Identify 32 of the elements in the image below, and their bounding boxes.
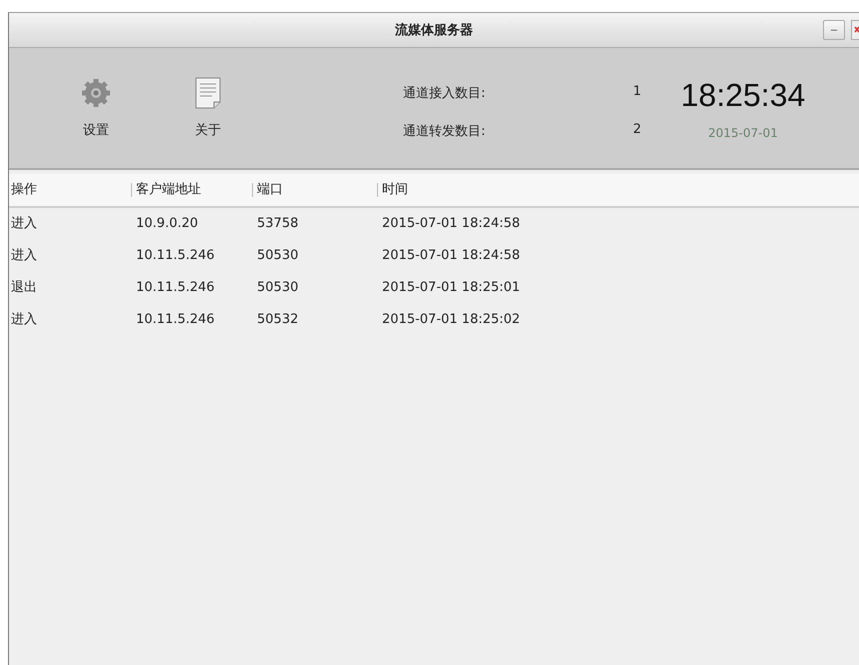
document-icon <box>195 77 221 109</box>
table-cell-text: 10.11.5.246 <box>135 311 216 329</box>
stat-value: 2 <box>633 122 642 139</box>
table-cell-text: 2015-07-01 18:25:02 <box>381 311 522 329</box>
column-header[interactable]: 客户端地址 <box>131 183 252 197</box>
stat-value: 1 <box>633 84 642 101</box>
table-cell-text: 50530 <box>256 247 300 265</box>
column-header[interactable]: 操作 <box>9 183 131 197</box>
stat-label: 通道接入数目: <box>403 85 486 102</box>
clock-time: 18:25:34 <box>680 76 806 114</box>
table-cell-text: 进入 <box>10 247 38 265</box>
table-cell-text: 53758 <box>256 215 300 233</box>
about-button[interactable]: 关于 <box>173 77 243 139</box>
table-cell-text: 50532 <box>256 311 300 329</box>
table-cell-text: 2015-07-01 18:24:58 <box>381 215 522 233</box>
minimize-button[interactable]: – <box>823 20 845 40</box>
table-cell-text: 进入 <box>10 311 38 329</box>
column-header[interactable]: 时间 <box>377 183 859 197</box>
settings-button[interactable]: 设置 <box>61 77 131 139</box>
window-title: 流媒体服务器 <box>395 22 473 39</box>
stat-label: 通道转发数目: <box>403 123 486 140</box>
gear-icon <box>80 77 112 109</box>
table-cell-text: 10.9.0.20 <box>135 215 200 233</box>
clock-date: 2015-07-01 <box>708 126 778 140</box>
table-cell-text: 退出 <box>10 279 38 297</box>
column-header[interactable]: 端口 <box>252 183 377 197</box>
table-cell-text: 10.11.5.246 <box>135 247 216 265</box>
table-cell-text: 10.11.5.246 <box>135 279 216 297</box>
table-cell-text: 2015-07-01 18:25:01 <box>381 279 522 297</box>
table-cell-text: 2015-07-01 18:24:58 <box>381 247 522 265</box>
table-cell-text: 进入 <box>10 215 38 233</box>
table-cell-text: 50530 <box>256 279 300 297</box>
